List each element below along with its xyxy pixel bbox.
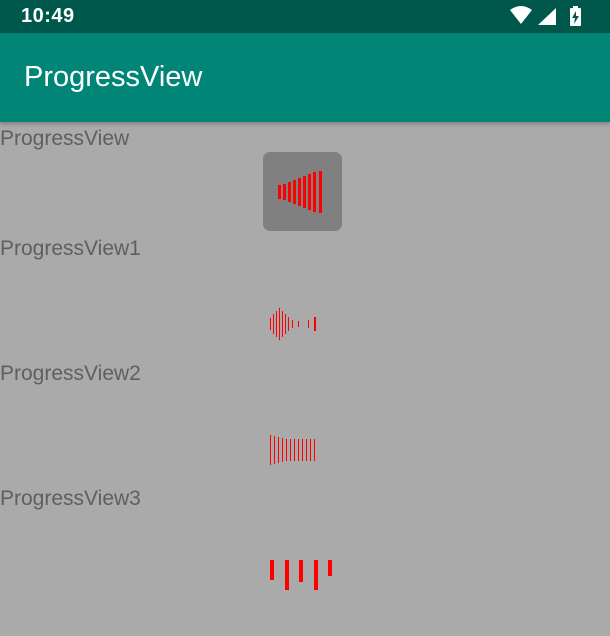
battery-charging-icon: [570, 6, 581, 26]
loading-bars-icon: [278, 171, 322, 213]
status-bar: 10:49: [0, 0, 610, 33]
section-label-progressview2: ProgressView2: [0, 362, 141, 385]
progress-view3-bars-icon: [270, 560, 332, 590]
wifi-icon: [510, 6, 532, 26]
status-icons: [508, 4, 588, 28]
progress-view-loader: [263, 152, 342, 231]
app-title: ProgressView: [24, 61, 203, 93]
section-label-progressview: ProgressView: [0, 127, 130, 150]
app-bar: ProgressView: [0, 33, 610, 122]
section-label-progressview3: ProgressView3: [0, 487, 141, 510]
section-label-progressview1: ProgressView1: [0, 237, 141, 260]
progress-view1-wave-icon: [270, 308, 316, 340]
cellular-signal-icon: [538, 8, 556, 25]
progress-view2-bars-icon: [270, 435, 315, 465]
status-time: 10:49: [21, 5, 75, 27]
